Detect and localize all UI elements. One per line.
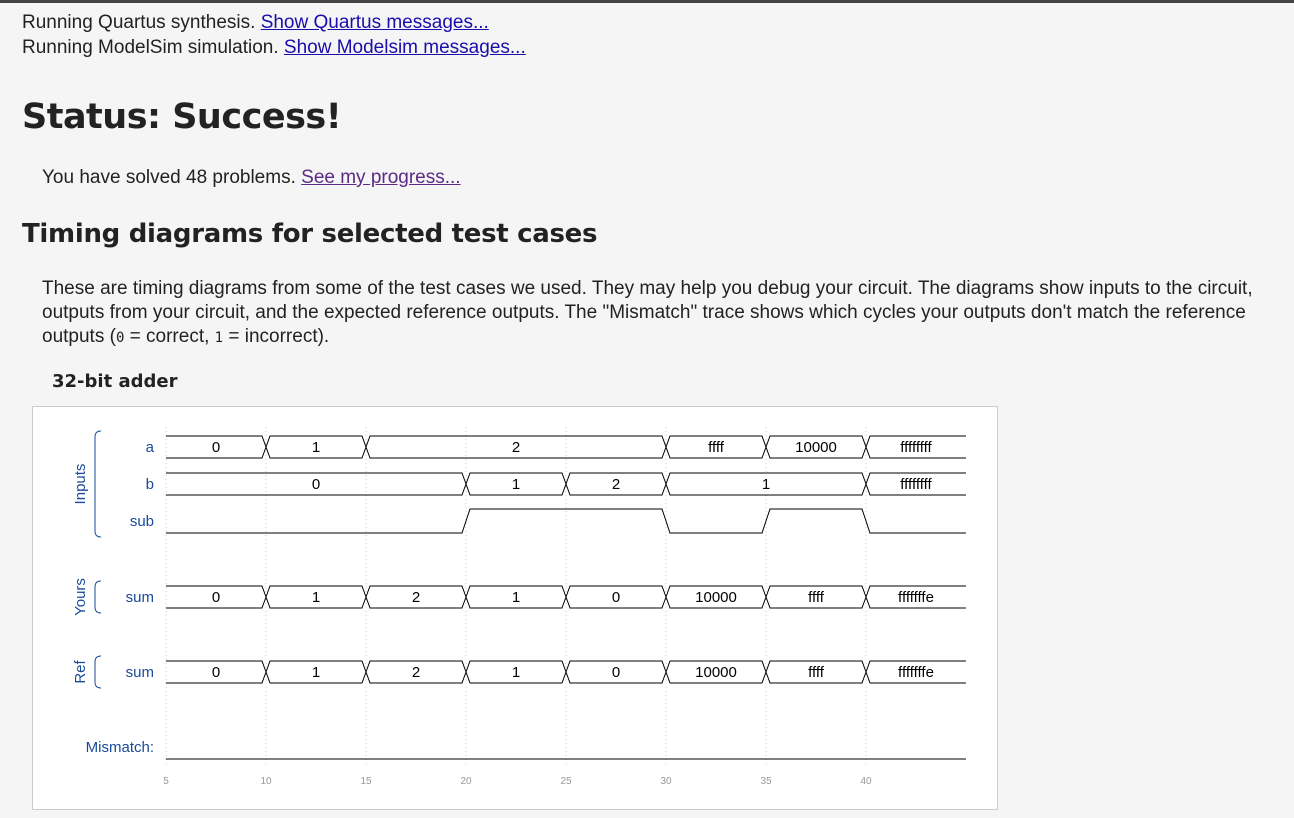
signal-label-sub-2: sub <box>130 513 154 530</box>
value-sum-4-0: 0 <box>212 664 220 681</box>
value-a-0-0: 0 <box>212 439 220 456</box>
value-b-1-2: 2 <box>612 476 620 493</box>
show-quartus-messages-link[interactable]: Show Quartus messages... <box>261 12 489 33</box>
time-tick-label-15: 15 <box>360 776 372 787</box>
time-tick-label-25: 25 <box>560 776 572 787</box>
group-label-ref: Ref <box>72 659 89 683</box>
value-sum-3-7: fffffffe <box>898 589 934 606</box>
quartus-status-line: Running Quartus synthesis. Show Quartus … <box>22 10 526 35</box>
value-sum-4-5: 10000 <box>695 664 737 681</box>
time-tick-label-30: 30 <box>660 776 672 787</box>
time-tick-label-5: 5 <box>163 776 169 787</box>
value-b-1-0: 0 <box>312 476 320 493</box>
see-progress-link[interactable]: See my progress... <box>301 167 460 188</box>
value-sum-4-4: 0 <box>612 664 620 681</box>
timing-diagram-canvas: 5 10 15 20 25 30 35 40InputsYoursRefabsubsumsum… <box>72 427 966 787</box>
value-sum-3-6: ffff <box>808 589 825 606</box>
group-bracket-inputs <box>94 430 102 538</box>
progress-text: You have solved 48 problems. <box>42 167 302 188</box>
group-label-inputs: Inputs <box>72 464 89 505</box>
value-sum-4-6: ffff <box>808 664 825 681</box>
show-modelsim-messages-link[interactable]: Show Modelsim messages... <box>284 37 526 58</box>
quartus-status-text: Running Quartus synthesis. <box>22 12 261 33</box>
modelsim-status-line: Running ModelSim simulation. Show Models… <box>22 35 526 60</box>
trace-sub-2 <box>166 508 966 534</box>
signal-label-a-0: a <box>146 439 155 456</box>
value-sum-3-3: 1 <box>512 589 520 606</box>
value-b-1-3: 1 <box>762 476 770 493</box>
value-sum-4-1: 1 <box>312 664 320 681</box>
value-sum-3-0: 0 <box>212 589 220 606</box>
value-sum-3-4: 0 <box>612 589 620 606</box>
description-text-2: = correct, <box>124 326 215 347</box>
section-title: Timing diagrams for selected test cases <box>22 219 598 249</box>
time-tick-label-10: 10 <box>260 776 272 787</box>
value-a-0-1: 1 <box>312 439 320 456</box>
description-one: 1 <box>214 330 224 346</box>
value-sum-4-3: 1 <box>512 664 520 681</box>
time-tick-label-20: 20 <box>460 776 472 787</box>
value-sum-3-1: 1 <box>312 589 320 606</box>
timing-diagram: 5 10 15 20 25 30 35 40 Inputs Yours Ref a b sub sum sum… <box>32 406 998 810</box>
value-a-0-2: 2 <box>512 439 520 456</box>
signal-label-sum-4: sum <box>126 664 154 681</box>
description-text-3: = incorrect). <box>223 326 330 347</box>
group-bracket-yours <box>94 580 102 614</box>
group-label-yours: Yours <box>72 578 89 616</box>
group-bracket-ref <box>94 655 102 689</box>
description-paragraph: These are timing diagrams from some of t… <box>42 277 1282 350</box>
signal-label-sum-3: sum <box>126 589 154 606</box>
progress-line: You have solved 48 problems. See my prog… <box>42 167 461 189</box>
diagram-title: 32-bit adder <box>52 371 178 392</box>
modelsim-status-text: Running ModelSim simulation. <box>22 37 284 58</box>
status-messages: Running Quartus synthesis. Show Quartus … <box>22 10 526 60</box>
value-sum-3-5: 10000 <box>695 589 737 606</box>
value-sum-4-7: fffffffe <box>898 664 934 681</box>
time-tick-label-40: 40 <box>860 776 872 787</box>
value-b-1-4: ffffffff <box>900 476 932 493</box>
time-tick-label-35: 35 <box>760 776 772 787</box>
value-a-0-5: ffffffff <box>900 439 932 456</box>
value-a-0-4: 10000 <box>795 439 837 456</box>
mismatch-label: Mismatch: <box>86 739 154 756</box>
status-title: Status: Success! <box>22 97 342 137</box>
value-a-0-3: ffff <box>708 439 725 456</box>
value-sum-4-2: 2 <box>412 664 420 681</box>
signal-label-b-1: b <box>146 476 154 493</box>
value-sum-3-2: 2 <box>412 589 420 606</box>
value-b-1-1: 1 <box>512 476 520 493</box>
